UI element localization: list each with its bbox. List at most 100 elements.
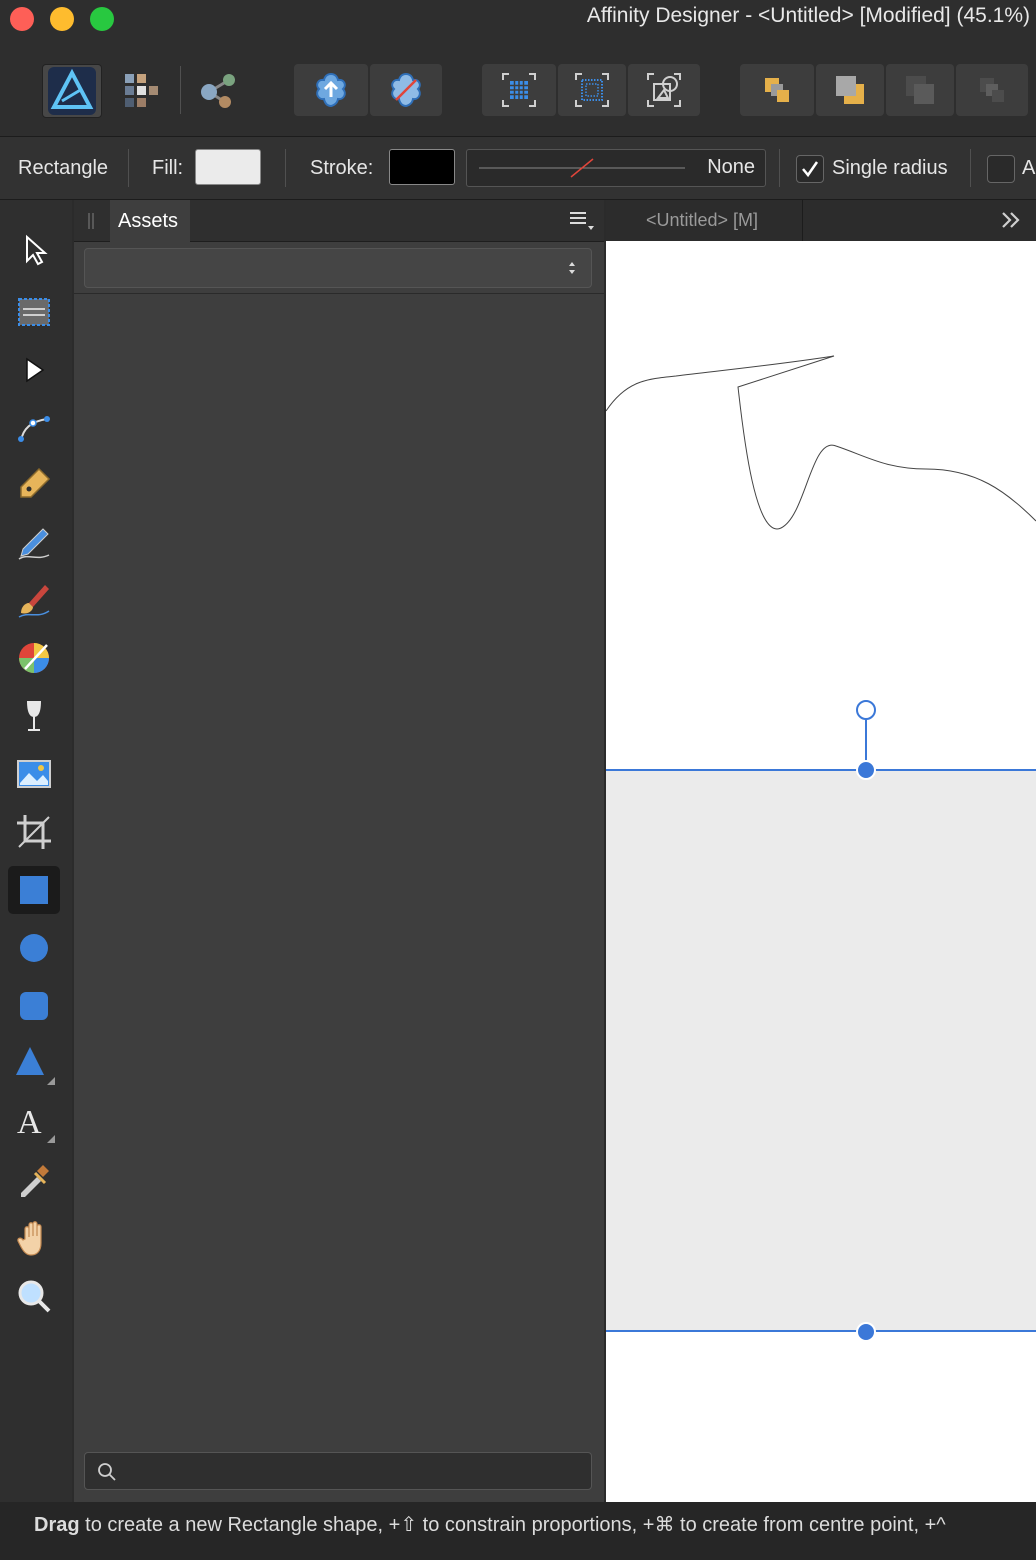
transparency-tool[interactable]	[8, 692, 60, 740]
title-bar: Affinity Designer - <Untitled> [Modified…	[0, 0, 1036, 36]
triangle-tool[interactable]	[8, 1040, 60, 1088]
top-resize-handle[interactable]	[856, 760, 876, 780]
svg-text:A: A	[17, 1104, 42, 1141]
status-bar: Drag to create a new Rectangle shape, +⇧…	[0, 1502, 1036, 1560]
fill-label: Fill:	[152, 157, 184, 179]
ellipse-tool[interactable]	[8, 924, 60, 972]
vector-brush-tool[interactable]	[8, 576, 60, 624]
single-radius-checkbox[interactable]	[796, 155, 824, 183]
document-tab-label: <Untitled> [M]	[646, 210, 759, 230]
checkmark-icon	[802, 161, 819, 178]
document-tab[interactable]: <Untitled> [M]	[606, 200, 803, 241]
close-window-button[interactable]	[10, 7, 34, 31]
zoom-tool[interactable]	[8, 1272, 60, 1320]
image-icon	[17, 760, 51, 788]
rectangle-tool[interactable]	[8, 866, 60, 914]
move-arrow-icon	[26, 234, 48, 266]
pen-nib-icon	[20, 467, 51, 498]
main-toolbar	[0, 36, 1036, 137]
hand-icon	[17, 1221, 42, 1256]
status-hint-bold: Drag	[34, 1514, 80, 1536]
text-tool[interactable]: A	[8, 1098, 60, 1146]
place-image-tool[interactable]	[8, 750, 60, 798]
snap-geometry-button[interactable]	[628, 64, 700, 116]
fill-swatch[interactable]	[195, 149, 261, 185]
stroke-style-dropdown[interactable]: None	[466, 149, 766, 187]
snap-pixel-button[interactable]	[558, 64, 626, 116]
move-forward-one-button[interactable]	[886, 64, 954, 116]
wine-glass-icon	[27, 701, 41, 731]
bottom-resize-handle[interactable]	[856, 1322, 876, 1342]
assistant-button[interactable]	[294, 64, 368, 116]
assets-tab[interactable]: Assets	[110, 200, 190, 242]
snap-grid-button[interactable]	[482, 64, 556, 116]
arrange-forward-one-icon	[906, 76, 934, 104]
single-radius-label: Single radius	[832, 157, 948, 179]
transform-shape-icon	[647, 73, 681, 107]
crop-tool[interactable]	[8, 808, 60, 856]
export-persona-button[interactable]	[190, 64, 248, 116]
move-to-front-button[interactable]	[956, 64, 1028, 116]
updown-chevron-icon	[569, 262, 575, 274]
pencil-icon	[18, 528, 50, 560]
asset-category-select[interactable]	[84, 248, 592, 288]
document-tab-bar: <Untitled> [M]	[606, 200, 1036, 241]
pen-tool[interactable]	[8, 460, 60, 508]
context-toolbar: Rectangle Fill: Stroke: None Single radi…	[0, 137, 1036, 200]
artboard-canvas[interactable]	[606, 241, 1036, 1502]
artboard-icon	[18, 298, 50, 326]
move-back-one-button[interactable]	[816, 64, 884, 116]
export-persona-icon	[201, 74, 235, 108]
triangle-icon	[16, 1047, 55, 1085]
panel-grip-icon[interactable]	[86, 212, 96, 230]
paintbrush-icon	[18, 585, 50, 618]
eyedropper-icon	[21, 1165, 49, 1197]
flower-disabled-icon	[391, 72, 421, 108]
rectangle-shape[interactable]	[606, 770, 1036, 1331]
fill-tool[interactable]	[8, 634, 60, 682]
flower-upload-icon	[316, 72, 346, 108]
stroke-label: Stroke:	[310, 157, 374, 179]
arrange-back-icon	[765, 78, 789, 102]
assets-panel: Assets	[74, 200, 604, 1502]
pencil-tool[interactable]	[8, 518, 60, 566]
stroke-style-value: None	[707, 156, 755, 178]
artboard-tool[interactable]	[8, 288, 60, 336]
minimize-window-button[interactable]	[50, 7, 74, 31]
stroke-preview-icon	[479, 158, 685, 178]
pixel-grid-icon	[575, 73, 609, 107]
stroke-swatch[interactable]	[389, 149, 455, 185]
double-chevron-right-icon[interactable]	[1000, 210, 1022, 230]
document-area: <Untitled> [M]	[606, 200, 1036, 1502]
magnifier-icon	[18, 1280, 51, 1313]
tool-name-label: Rectangle	[18, 157, 109, 179]
window-title: Affinity Designer - <Untitled> [Modified…	[586, 4, 1030, 27]
rotation-handle[interactable]	[856, 700, 876, 720]
move-to-back-button[interactable]	[740, 64, 814, 116]
designer-persona-icon	[48, 67, 96, 115]
pixel-persona-button[interactable]	[112, 64, 170, 116]
designer-persona-button[interactable]	[42, 64, 102, 118]
arrange-back-one-icon	[836, 76, 864, 104]
pixel-persona-icon	[125, 74, 158, 107]
search-icon	[98, 1463, 116, 1481]
ellipse-icon	[20, 934, 48, 962]
assistant-off-button[interactable]	[370, 64, 442, 116]
panel-menu-icon[interactable]	[568, 210, 596, 232]
move-tool[interactable]	[8, 226, 60, 274]
rectangle-icon	[20, 876, 48, 904]
arrange-front-icon	[980, 78, 1004, 102]
assets-search-input[interactable]	[84, 1452, 592, 1490]
status-hint-text: to create a new Rectangle shape, +⇧ to c…	[79, 1514, 946, 1536]
view-tool[interactable]	[8, 1214, 60, 1262]
node-tool[interactable]	[8, 346, 60, 394]
color-picker-tool[interactable]	[8, 1156, 60, 1204]
crop-icon	[17, 815, 51, 849]
absolute-corner-checkbox[interactable]	[987, 155, 1015, 183]
grid-icon	[502, 73, 536, 107]
color-wheel-icon	[19, 643, 49, 673]
node-arrow-icon	[26, 357, 45, 383]
zoom-window-button[interactable]	[90, 7, 114, 31]
rounded-rectangle-tool[interactable]	[8, 982, 60, 1030]
point-transform-tool[interactable]	[8, 402, 60, 450]
